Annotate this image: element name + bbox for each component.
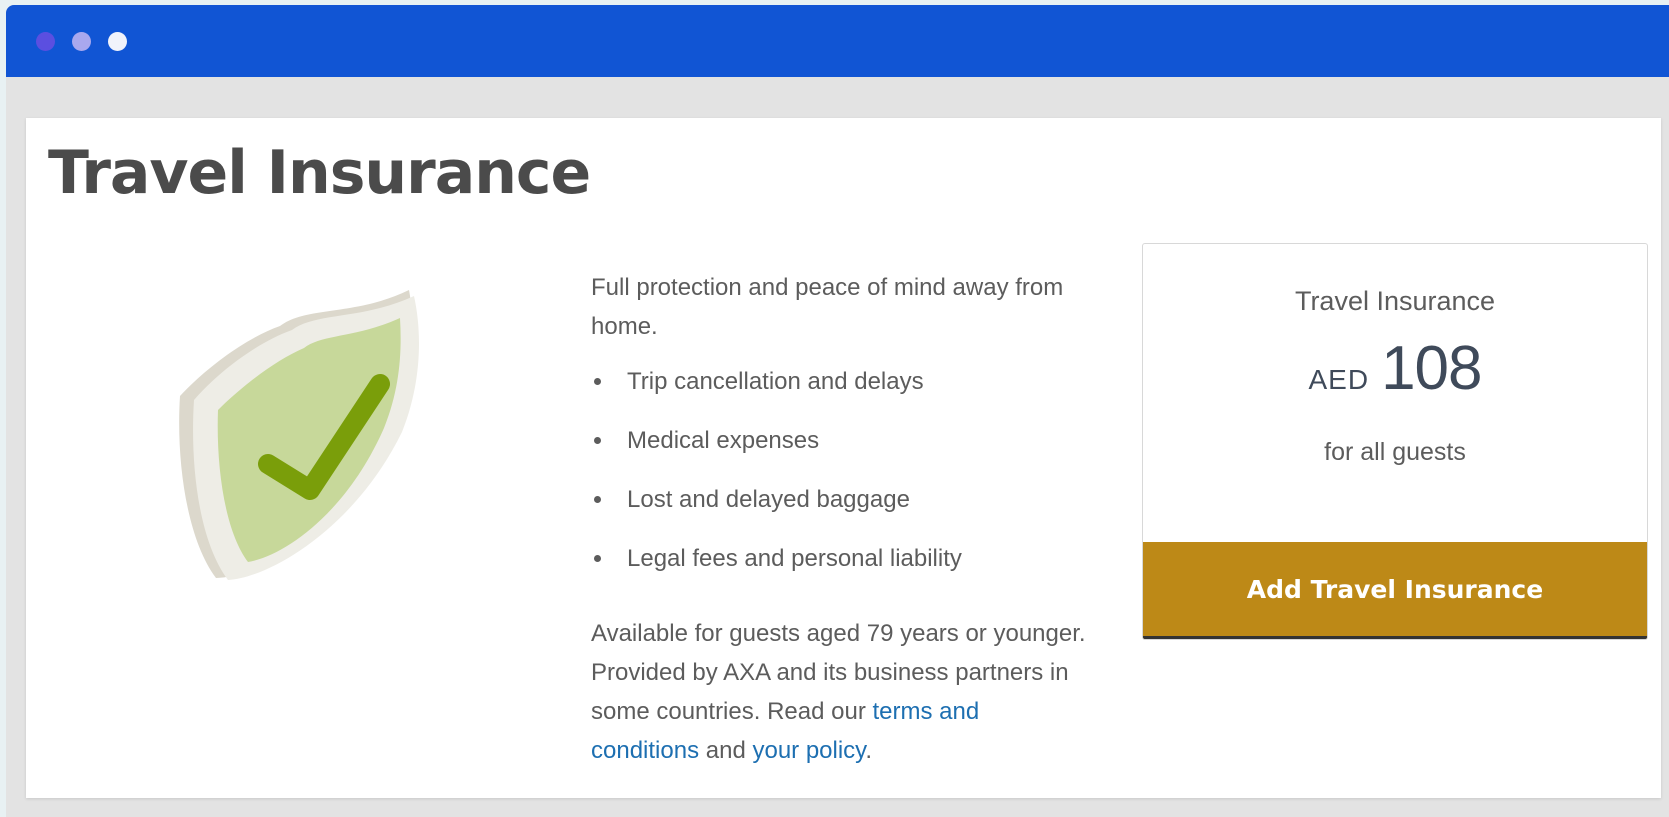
insurance-card: Travel Insurance Full protection and pea… — [26, 118, 1661, 798]
window-control-dot-3[interactable] — [108, 32, 127, 51]
and-text: and — [705, 737, 746, 764]
window-control-dot-1[interactable] — [36, 32, 55, 51]
benefit-item: Trip cancellation and delays — [591, 362, 1091, 421]
intro-text: Full protection and peace of mind away f… — [591, 274, 1064, 340]
end-punct: . — [865, 737, 873, 764]
price-card: Travel Insurance AED 108 for all guests A… — [1142, 243, 1648, 640]
benefit-item: Lost and delayed baggage — [591, 480, 1091, 539]
browser-window: Travel Insurance Full protection and pea… — [6, 5, 1669, 817]
availability-body: Available for guests aged 79 years or yo… — [591, 620, 1086, 725]
benefit-item: Legal fees and personal liability — [591, 539, 1091, 598]
price-row: AED 108 — [1143, 333, 1647, 404]
window-titlebar — [6, 5, 1669, 77]
price-card-label: Travel Insurance — [1294, 286, 1496, 316]
policy-link[interactable]: your policy — [752, 737, 865, 764]
availability-text: Available for guests aged 79 years or yo… — [591, 614, 1091, 770]
price-note: for all guests — [1324, 438, 1466, 466]
price-currency: AED — [1308, 364, 1370, 395]
benefits-list: Trip cancellation and delays Medical exp… — [591, 362, 1091, 598]
benefit-item: Medical expenses — [591, 421, 1091, 480]
page-title: Travel Insurance — [48, 138, 591, 208]
shield-check-icon — [176, 278, 436, 588]
window-control-dot-2[interactable] — [72, 32, 91, 51]
insurance-description: Full protection and peace of mind away f… — [591, 268, 1091, 770]
price-amount: 108 — [1381, 334, 1482, 403]
add-travel-insurance-button[interactable]: Add Travel Insurance — [1143, 542, 1647, 639]
